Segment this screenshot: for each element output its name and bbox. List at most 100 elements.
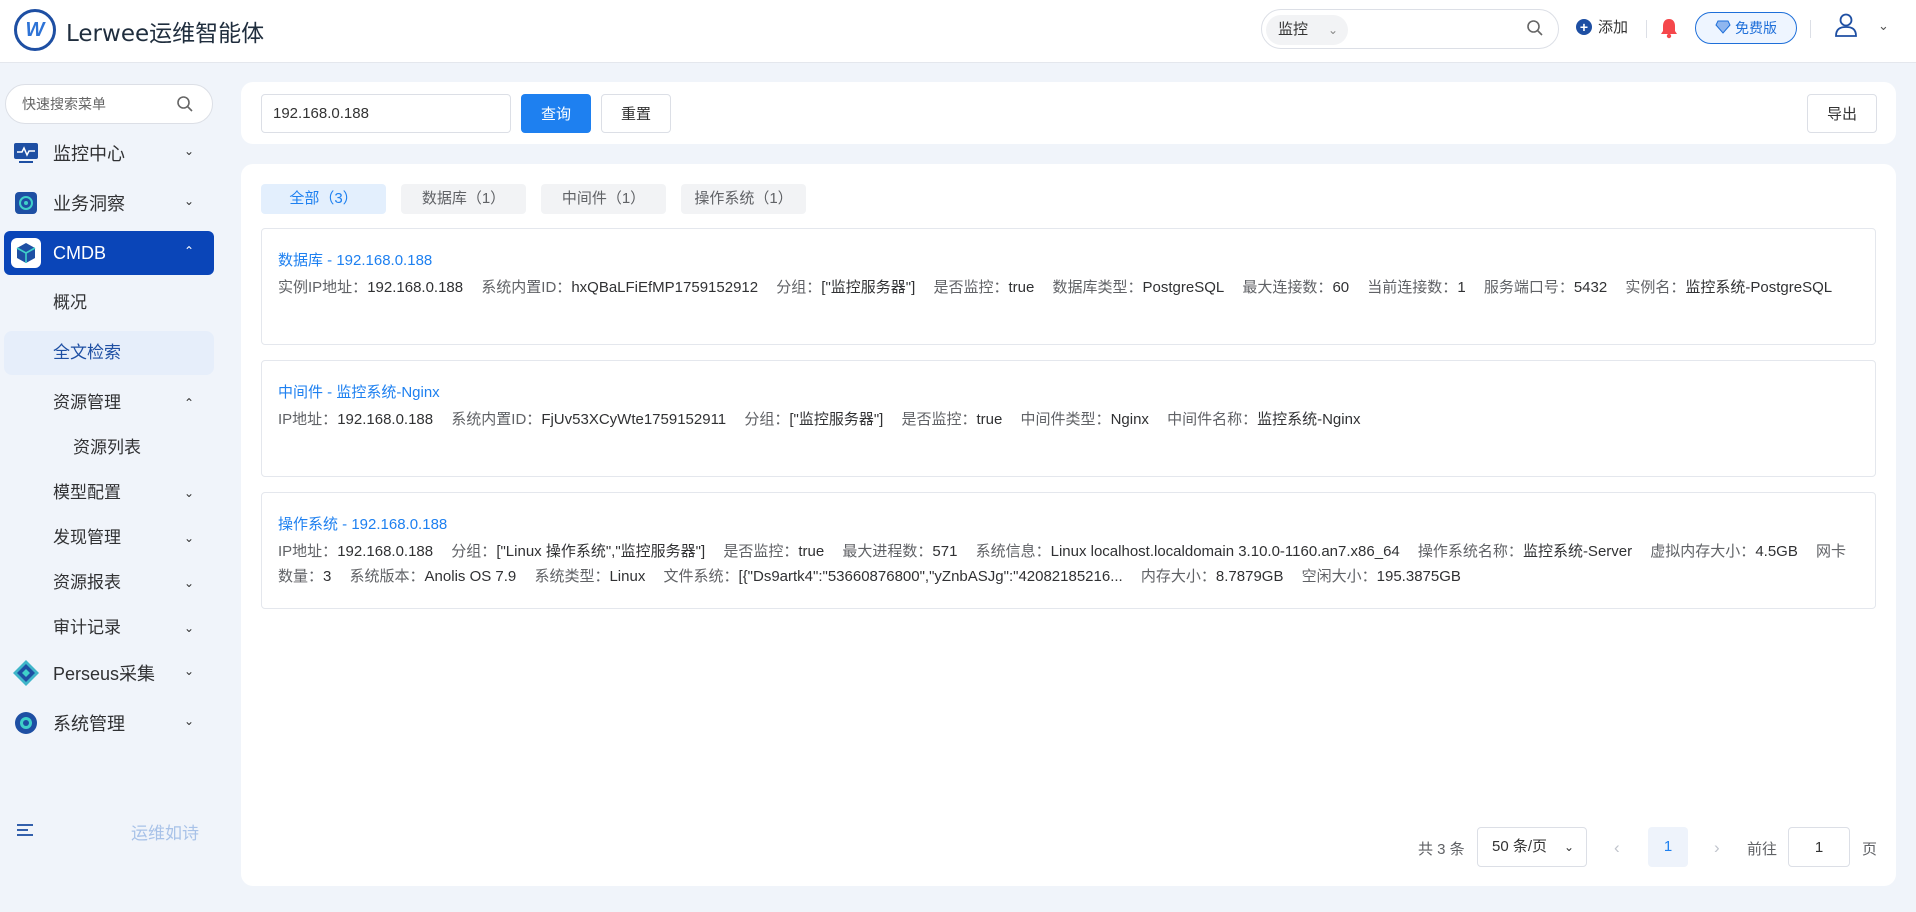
- sidebar-item-label: 资源报表: [53, 573, 121, 592]
- page-number-current[interactable]: 1: [1648, 827, 1688, 867]
- field-value: FjUv53XCyWte1759152911: [541, 411, 727, 428]
- chevron-down-icon: ⌄: [183, 664, 194, 678]
- prev-page-icon[interactable]: ‹: [1614, 838, 1620, 858]
- menu-search-input[interactable]: [22, 85, 172, 123]
- top-header: W Lerwee运维智能体 监控 ⌄ + 添加 免费版 ⌄: [0, 0, 1916, 63]
- field-key: 中间件名称：: [1167, 411, 1258, 428]
- search-icon[interactable]: [1526, 19, 1544, 41]
- sidebar-item-resource-report[interactable]: 资源报表 ⌄: [4, 561, 214, 605]
- sidebar-footer-slogan: 运维如诗: [131, 824, 199, 843]
- sidebar-item-resource-list[interactable]: 资源列表: [4, 428, 214, 468]
- page-size-label: 50 条/页: [1492, 838, 1548, 855]
- sidebar-item-fulltext-search[interactable]: 全文检索: [4, 331, 214, 375]
- field-key: 内存大小：: [1140, 568, 1216, 585]
- field-key: 当前连接数：: [1367, 279, 1458, 296]
- tab-database[interactable]: 数据库（1）: [401, 184, 526, 214]
- sidebar-item-label: 审计记录: [53, 618, 121, 637]
- field-pair: 中间件类型：Nginx: [1021, 411, 1149, 428]
- field-pair: IP地址：192.168.0.188: [278, 411, 433, 428]
- field-pair: 分组：["Linux 操作系统","监控服务器"]: [451, 543, 705, 560]
- result-title-link[interactable]: 数据库 - 192.168.0.188: [278, 249, 432, 270]
- chevron-down-icon: ⌄: [183, 144, 194, 158]
- field-key: 是否监控：: [901, 411, 977, 428]
- sidebar-item-cmdb[interactable]: CMDB ⌃: [4, 231, 214, 275]
- result-title-link[interactable]: 中间件 - 监控系统-Nginx: [278, 381, 440, 402]
- sidebar-item-audit-log[interactable]: 审计记录 ⌄: [4, 606, 214, 650]
- diamond-grid-icon: [11, 658, 41, 688]
- result-card-middleware[interactable]: 中间件 - 监控系统-Nginx IP地址：192.168.0.188 系统内置…: [261, 360, 1876, 477]
- sidebar-item-monitor-center[interactable]: 监控中心 ⌄: [4, 131, 214, 175]
- sidebar-item-label: 监控中心: [53, 144, 125, 164]
- chevron-down-icon[interactable]: ⌄: [1878, 18, 1889, 34]
- field-key: 系统版本：: [349, 568, 425, 585]
- field-pair: 当前连接数：1: [1367, 279, 1465, 296]
- sidebar-item-system-management[interactable]: 系统管理 ⌄: [4, 701, 214, 745]
- app-title: Lerwee运维智能体: [66, 21, 265, 47]
- field-value: 5432: [1573, 279, 1608, 296]
- tab-middleware[interactable]: 中间件（1）: [541, 184, 666, 214]
- field-value: PostgreSQL: [1142, 279, 1225, 296]
- search-icon[interactable]: [176, 95, 194, 117]
- result-card-database[interactable]: 数据库 - 192.168.0.188 实例IP地址：192.168.0.188…: [261, 228, 1876, 345]
- field-key: IP地址：: [278, 411, 338, 428]
- sidebar-item-label: 业务洞察: [53, 194, 125, 214]
- field-pair: 操作系统名称：监控系统-Server: [1418, 543, 1632, 560]
- page-size-select[interactable]: 50 条/页 ⌄: [1477, 827, 1587, 867]
- field-value: 192.168.0.188: [337, 543, 434, 560]
- ip-search-input[interactable]: [261, 94, 511, 133]
- tab-os[interactable]: 操作系统（1）: [681, 184, 806, 214]
- result-fields: IP地址：192.168.0.188 分组：["Linux 操作系统","监控服…: [278, 539, 1857, 589]
- field-pair: 文件系统：[{"Ds9artk4":"53660876800","yZnbASJ…: [663, 568, 1122, 585]
- goto-label: 前往: [1747, 841, 1778, 858]
- sidebar-item-label: 发现管理: [53, 528, 121, 547]
- field-key: 空闲大小：: [1301, 568, 1377, 585]
- field-value: ["监控服务器"]: [821, 279, 916, 296]
- insight-icon: [11, 188, 41, 218]
- logo-letter: W: [25, 18, 45, 41]
- sidebar-item-business-insight[interactable]: 业务洞察 ⌄: [4, 181, 214, 225]
- reset-button[interactable]: 重置: [601, 94, 671, 133]
- diamond-icon: [1715, 20, 1731, 37]
- chevron-down-icon: ⌄: [183, 576, 194, 590]
- sidebar-item-label: 全文检索: [53, 343, 121, 362]
- field-pair: 中间件名称：监控系统-Nginx: [1167, 411, 1360, 428]
- add-label: 添加: [1598, 19, 1629, 36]
- field-pair: 是否监控：true: [902, 411, 1003, 428]
- global-search[interactable]: 监控 ⌄: [1261, 9, 1559, 49]
- sidebar-item-overview[interactable]: 概况: [4, 281, 214, 325]
- field-value: [{"Ds9artk4":"53660876800","yZnbASJg":"4…: [738, 568, 1123, 585]
- result-fields: IP地址：192.168.0.188 系统内置ID：FjUv53XCyWte17…: [278, 407, 1857, 432]
- sidebar-item-label: CMDB: [53, 242, 106, 263]
- field-pair: 内存大小：8.7879GB: [1141, 568, 1284, 585]
- bell-icon[interactable]: [1659, 17, 1679, 43]
- chevron-down-icon: ⌄: [183, 486, 194, 500]
- add-button[interactable]: + 添加: [1576, 16, 1628, 37]
- search-scope-select[interactable]: 监控 ⌄: [1266, 15, 1348, 45]
- sidebar-item-discovery[interactable]: 发现管理 ⌄: [4, 516, 214, 560]
- goto-page-input[interactable]: [1788, 827, 1850, 867]
- sidebar-item-perseus[interactable]: Perseus采集 ⌄: [4, 651, 214, 695]
- app-logo[interactable]: W: [14, 9, 56, 51]
- menu-collapse-icon[interactable]: [16, 822, 34, 842]
- divider: [1810, 20, 1811, 38]
- next-page-icon[interactable]: ›: [1714, 838, 1720, 858]
- field-pair: 最大进程数：571: [842, 543, 957, 560]
- menu-search[interactable]: [5, 84, 213, 124]
- export-button[interactable]: 导出: [1807, 94, 1877, 133]
- sidebar-item-model-config[interactable]: 模型配置 ⌄: [4, 471, 214, 515]
- field-value: 571: [932, 543, 958, 560]
- result-card-os[interactable]: 操作系统 - 192.168.0.188 IP地址：192.168.0.188 …: [261, 492, 1876, 609]
- field-pair: 空闲大小：195.3875GB: [1302, 568, 1461, 585]
- field-value: 监控系统-Nginx: [1257, 411, 1361, 428]
- field-pair: 最大连接数：60: [1242, 279, 1349, 296]
- field-pair: 系统类型：Linux: [534, 568, 645, 585]
- field-pair: 实例IP地址：192.168.0.188: [278, 279, 463, 296]
- field-value: Linux localhost.localdomain 3.10.0-1160.…: [1050, 543, 1400, 560]
- tab-all[interactable]: 全部（3）: [261, 184, 386, 214]
- query-button[interactable]: 查询: [521, 94, 591, 133]
- result-title-link[interactable]: 操作系统 - 192.168.0.188: [278, 513, 447, 534]
- sidebar-item-resource-management[interactable]: 资源管理 ⌃: [4, 381, 214, 425]
- field-key: 操作系统名称：: [1417, 543, 1523, 560]
- user-avatar-icon[interactable]: [1834, 12, 1858, 42]
- free-edition-button[interactable]: 免费版: [1695, 12, 1797, 44]
